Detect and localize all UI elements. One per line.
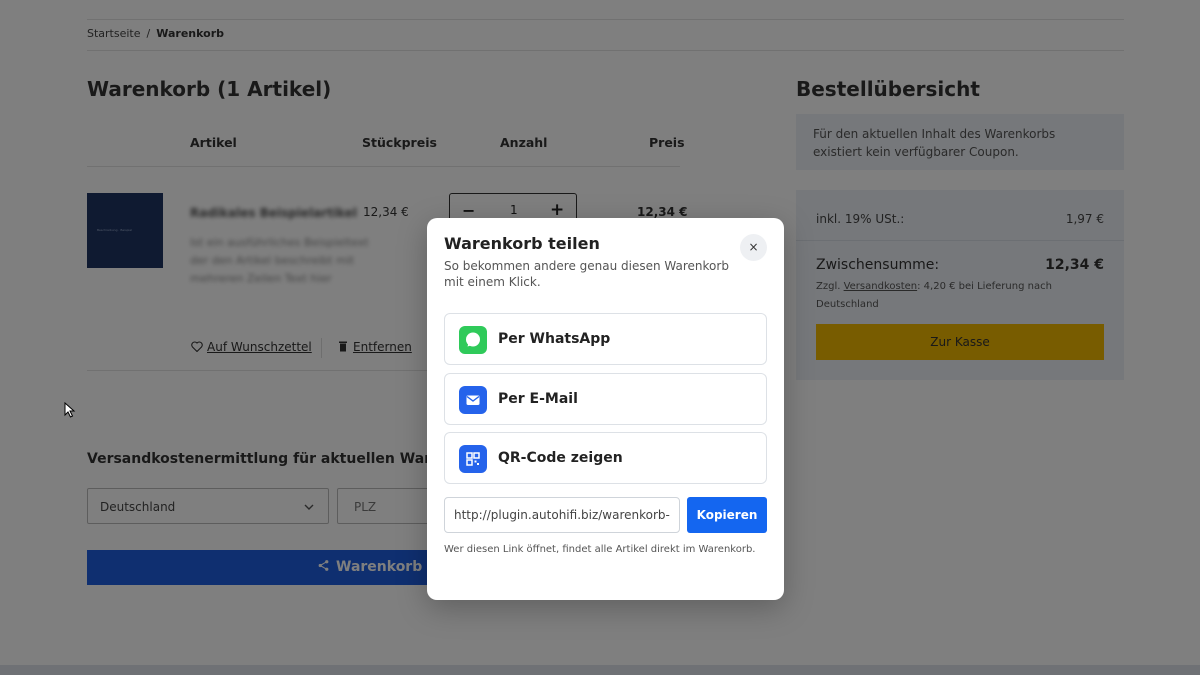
share-whatsapp-label: Per WhatsApp xyxy=(498,331,611,347)
share-whatsapp-option[interactable]: Per WhatsApp xyxy=(444,313,767,365)
share-link-note: Wer diesen Link öffnet, findet alle Arti… xyxy=(444,544,756,555)
share-email-label: Per E-Mail xyxy=(498,391,578,407)
qr-code-icon xyxy=(459,445,487,473)
mouse-cursor-icon xyxy=(64,402,76,418)
close-icon: × xyxy=(748,240,759,254)
mail-icon xyxy=(459,386,487,414)
share-link-input[interactable] xyxy=(444,497,680,533)
whatsapp-icon xyxy=(459,326,487,354)
close-button[interactable]: × xyxy=(740,234,767,261)
copy-link-button[interactable]: Kopieren xyxy=(687,497,767,533)
modal-subtitle: So bekommen andere genau diesen Warenkor… xyxy=(444,259,729,289)
show-qr-code-label: QR-Code zeigen xyxy=(498,450,623,466)
share-cart-modal: Warenkorb teilen So bekommen andere gena… xyxy=(427,218,784,600)
share-email-option[interactable]: Per E-Mail xyxy=(444,373,767,425)
show-qr-code-option[interactable]: QR-Code zeigen xyxy=(444,432,767,484)
modal-title: Warenkorb teilen xyxy=(444,234,600,253)
